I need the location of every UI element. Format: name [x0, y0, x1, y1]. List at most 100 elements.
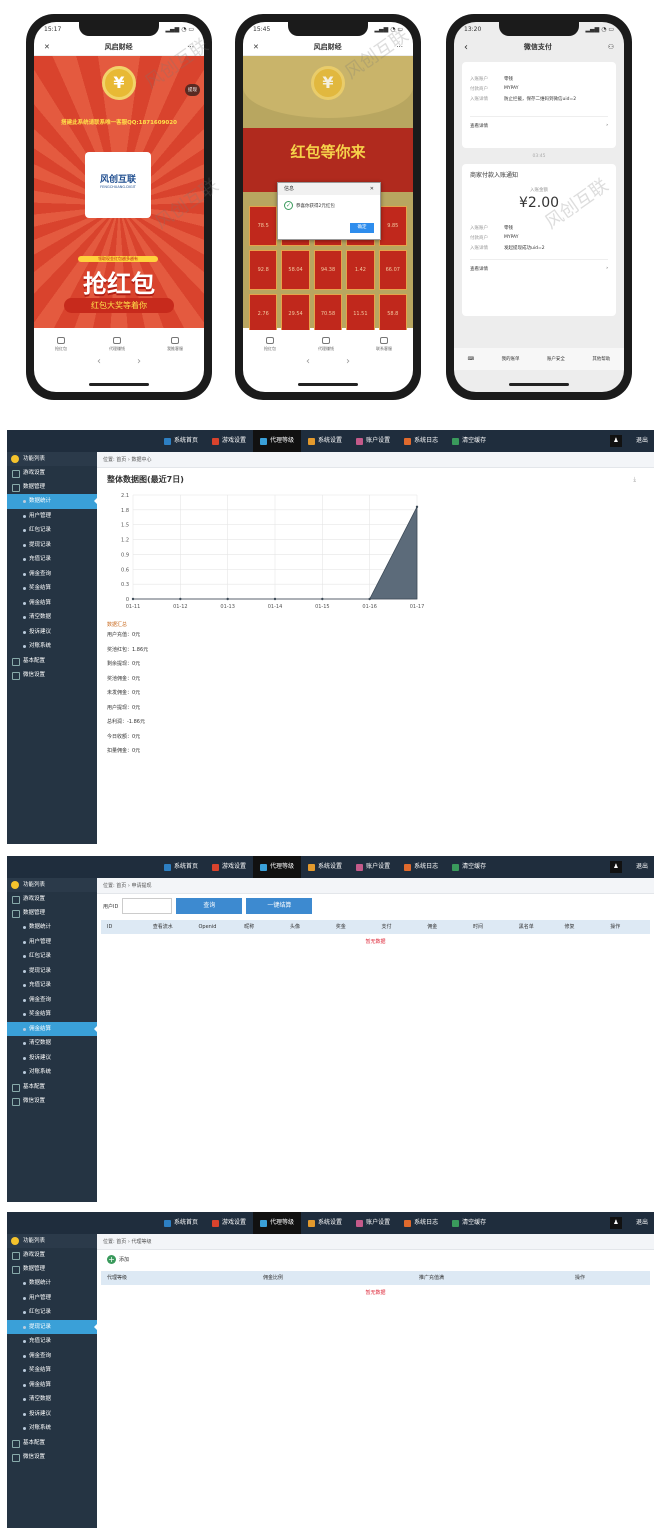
nav-item[interactable]: 系统日志	[397, 856, 445, 878]
sidebar-group[interactable]: 微信设置	[7, 1450, 97, 1464]
user-icon[interactable]: ♟	[610, 435, 622, 447]
sidebar-item[interactable]: 数据统计	[7, 1276, 97, 1291]
forward-icon[interactable]: ›	[346, 356, 350, 367]
nav-item[interactable]: 代理等级	[253, 430, 302, 452]
user-icon[interactable]: ♟	[610, 1217, 622, 1229]
close-icon[interactable]: ✕	[253, 43, 259, 51]
nav-item[interactable]: 系统首页	[157, 430, 205, 452]
sidebar-group[interactable]: 游戏设置	[7, 466, 97, 480]
sidebar-item[interactable]: 佣金结算	[7, 596, 97, 611]
sidebar-item[interactable]: 佣金查询	[7, 993, 97, 1008]
sidebar-item[interactable]: 佣金查询	[7, 1349, 97, 1364]
forward-icon[interactable]: ›	[137, 356, 141, 367]
nav-item[interactable]: 系统设置	[301, 430, 349, 452]
close-icon[interactable]: ✕	[44, 43, 50, 51]
user-icon[interactable]: ♟	[610, 861, 622, 873]
userid-input[interactable]	[122, 898, 173, 914]
tab-grab[interactable]: 抢红包	[264, 337, 276, 352]
packet-cell[interactable]: 58.8	[378, 294, 407, 334]
nav-item[interactable]: 账户设置	[349, 856, 397, 878]
packet-cell[interactable]: 92.8	[249, 250, 278, 290]
sidebar-item[interactable]: 提现记录	[7, 538, 97, 553]
sidebar-item[interactable]: 清空数据	[7, 610, 97, 625]
nav-item[interactable]: 游戏设置	[205, 1212, 253, 1234]
sidebar-item[interactable]: 清空数据	[7, 1036, 97, 1051]
menu-security[interactable]: 账户安全	[547, 356, 565, 362]
menu-help[interactable]: 其他帮助	[592, 356, 610, 362]
sidebar-item[interactable]: 用户管理	[7, 1291, 97, 1306]
back-icon[interactable]: ‹	[306, 356, 310, 367]
packet-cell[interactable]: 11.51	[346, 294, 375, 334]
modal-ok-button[interactable]: 确定	[350, 223, 374, 233]
packet-cell[interactable]: 70.58	[313, 294, 343, 334]
packet-cell[interactable]: 94.38	[313, 250, 343, 290]
sidebar-item[interactable]: 投诉建议	[7, 625, 97, 640]
sidebar-group[interactable]: 基本配置	[7, 654, 97, 668]
sidebar-group[interactable]: 游戏设置	[7, 892, 97, 906]
sidebar-item[interactable]: 奖金结算	[7, 1007, 97, 1022]
sidebar-item[interactable]: 投诉建议	[7, 1407, 97, 1422]
withdraw-badge[interactable]: 提现	[185, 84, 200, 96]
logout-link[interactable]: 退出	[636, 856, 648, 878]
nav-item[interactable]: 清空缓存	[445, 1212, 493, 1234]
nav-item[interactable]: 游戏设置	[205, 856, 253, 878]
sidebar-group[interactable]: 数据管理	[7, 480, 97, 494]
user-icon[interactable]: ⚇	[608, 43, 614, 51]
banner-main[interactable]: 抢红包	[34, 264, 204, 299]
nav-item[interactable]: 游戏设置	[205, 430, 253, 452]
sidebar-item[interactable]: 对账系统	[7, 1421, 97, 1436]
sidebar-item[interactable]: 红包记录	[7, 949, 97, 964]
sidebar-item[interactable]: 提现记录	[7, 964, 97, 979]
packet-cell[interactable]: 2.76	[249, 294, 278, 334]
packet-cell[interactable]: 66.07	[378, 250, 407, 290]
sidebar-item[interactable]: 数据统计	[7, 494, 97, 509]
sidebar-item[interactable]: 用户管理	[7, 935, 97, 950]
tab-service[interactable]: 联系客服	[376, 337, 392, 352]
sidebar-item[interactable]: 提现记录	[7, 1319, 97, 1334]
download-icon[interactable]: ⤓	[633, 476, 636, 484]
nav-item[interactable]: 系统日志	[397, 1212, 445, 1234]
nav-item[interactable]: 系统首页	[157, 856, 205, 878]
sidebar-group[interactable]: 微信设置	[7, 1094, 97, 1108]
sidebar-group[interactable]: 基本配置	[7, 1436, 97, 1450]
sidebar-item[interactable]: 红包记录	[7, 523, 97, 538]
sidebar-group[interactable]: 基本配置	[7, 1080, 97, 1094]
back-icon[interactable]: ‹	[464, 42, 468, 53]
sidebar-item[interactable]: 充值记录	[7, 552, 97, 567]
packet-cell[interactable]: 9.85	[378, 206, 407, 246]
sidebar-item[interactable]: 佣金结算	[7, 1378, 97, 1393]
sidebar-group[interactable]: 数据管理	[7, 906, 97, 920]
tab-agent[interactable]: 代理赚钱	[318, 337, 334, 352]
packet-cell[interactable]: 29.54	[281, 294, 310, 334]
add-icon[interactable]: +	[107, 1255, 116, 1264]
query-button[interactable]: 查询	[176, 898, 243, 914]
detail-link[interactable]: 查看详情 ›	[470, 259, 608, 272]
back-icon[interactable]: ‹	[97, 356, 101, 367]
nav-item[interactable]: 账户设置	[349, 1212, 397, 1234]
sidebar-group[interactable]: 游戏设置	[7, 1248, 97, 1262]
nav-item[interactable]: 代理等级	[253, 1212, 302, 1234]
nav-item[interactable]: 系统设置	[301, 856, 349, 878]
packet-cell[interactable]: 1.42	[346, 250, 375, 290]
sidebar-item[interactable]: 佣金结算	[7, 1021, 97, 1036]
settle-button[interactable]: 一键结算	[246, 898, 313, 914]
nav-item[interactable]: 账户设置	[349, 430, 397, 452]
sidebar-item[interactable]: 对账系统	[7, 1065, 97, 1080]
sidebar-item[interactable]: 红包记录	[7, 1305, 97, 1320]
sidebar-item[interactable]: 数据统计	[7, 920, 97, 935]
tab-service[interactable]: 我推客服	[167, 337, 183, 352]
nav-item[interactable]: 清空缓存	[445, 430, 493, 452]
sidebar-item[interactable]: 充值记录	[7, 978, 97, 993]
packet-cell[interactable]: 58.04	[281, 250, 310, 290]
sidebar-item[interactable]: 奖金结算	[7, 581, 97, 596]
nav-item[interactable]: 代理等级	[253, 856, 302, 878]
detail-link[interactable]: 查看详情 ›	[470, 116, 608, 129]
sidebar-item[interactable]: 对账系统	[7, 639, 97, 654]
sidebar-group[interactable]: 微信设置	[7, 668, 97, 682]
logout-link[interactable]: 退出	[636, 1212, 648, 1234]
modal-close-icon[interactable]: ✕	[370, 183, 374, 195]
menu-bill[interactable]: 我的账单	[502, 356, 520, 362]
tab-agent[interactable]: 代理赚钱	[109, 337, 125, 352]
nav-item[interactable]: 清空缓存	[445, 856, 493, 878]
tab-grab[interactable]: 抢红包	[55, 337, 67, 352]
